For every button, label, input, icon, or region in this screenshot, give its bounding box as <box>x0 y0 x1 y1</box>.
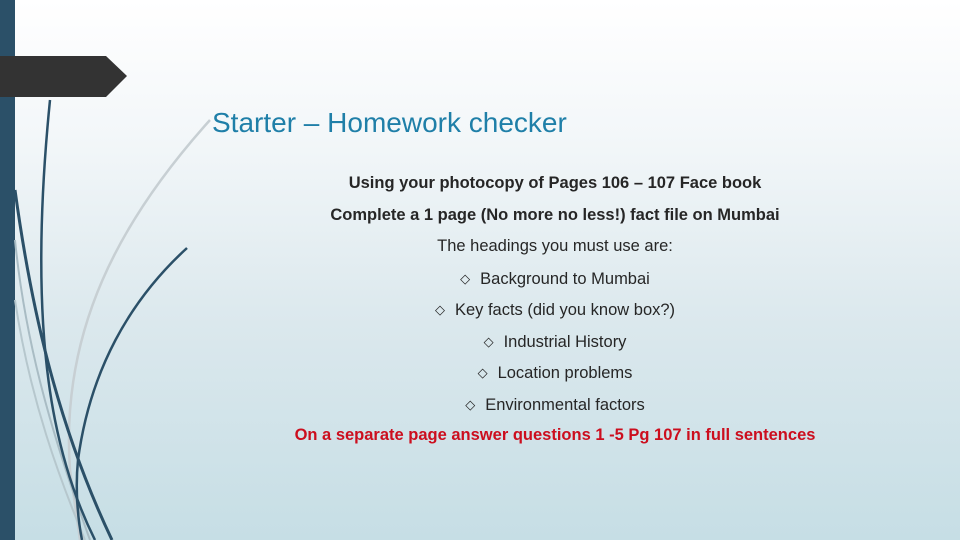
intro-line: Using your photocopy of Pages 106 – 107 … <box>348 174 762 192</box>
bullet-label: Location problems <box>497 364 633 382</box>
diamond-bullet-icon: ◇ <box>434 302 445 317</box>
closing-instruction: On a separate page answer questions 1 -5… <box>294 426 816 444</box>
light-curve-3 <box>14 299 86 540</box>
slide-body: Using your photocopy of Pages 106 – 107 … <box>240 168 870 452</box>
diamond-bullet-icon: ◇ <box>483 333 494 349</box>
dark-curve-3 <box>75 247 188 540</box>
light-curve-2 <box>14 239 91 540</box>
dark-curve-1 <box>40 99 97 540</box>
arrow-banner-shape <box>0 56 127 97</box>
headings-intro-line: The headings you must use are: <box>437 237 673 255</box>
dark-curve-2 <box>13 189 114 540</box>
bullet-label: Industrial History <box>503 332 627 351</box>
diamond-bullet-icon: ◇ <box>477 365 488 380</box>
bullet-label: Environmental factors <box>485 395 645 414</box>
bullet-label: Key facts (did you know box?) <box>454 301 676 319</box>
bullet-item: ◇ Background to Mumbai <box>240 263 870 295</box>
diamond-bullet-icon: ◇ <box>465 396 476 412</box>
bullet-item: ◇ Environmental factors <box>240 389 870 421</box>
task-line: Complete a 1 page (No more no less!) fac… <box>330 205 780 224</box>
bullet-item: ◇ Location problems <box>240 357 870 389</box>
light-curve-1 <box>67 119 211 540</box>
bullet-item: ◇ Key facts (did you know box?) <box>240 294 870 326</box>
bullet-item: ◇ Industrial History <box>240 326 870 358</box>
bullet-label: Background to Mumbai <box>480 269 650 288</box>
slide-title: Starter – Homework checker <box>212 107 567 138</box>
diamond-bullet-icon: ◇ <box>460 270 471 286</box>
